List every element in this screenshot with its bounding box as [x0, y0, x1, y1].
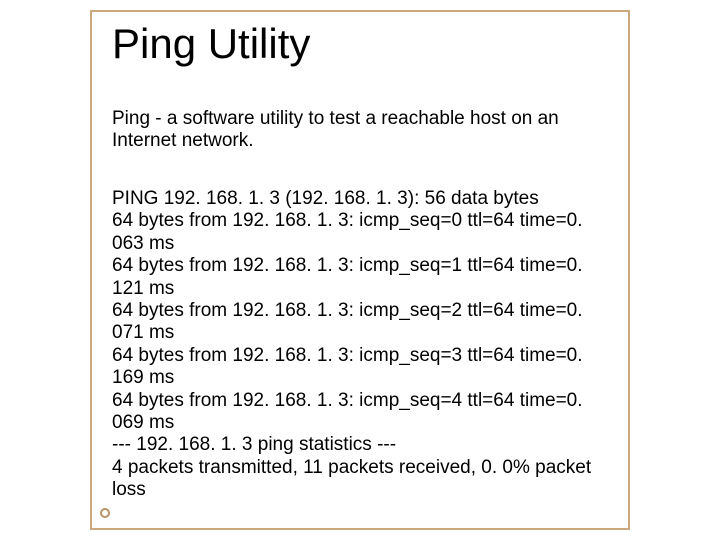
ping-line: 64 bytes from 192. 168. 1. 3: icmp_seq=0…: [112, 210, 617, 255]
ping-line: 64 bytes from 192. 168. 1. 3: icmp_seq=1…: [112, 255, 617, 300]
description-text: Ping - a software utility to test a reac…: [112, 108, 612, 152]
ping-line: 64 bytes from 192. 168. 1. 3: icmp_seq=2…: [112, 300, 617, 345]
ping-output: PING 192. 168. 1. 3 (192. 168. 1. 3): 56…: [112, 188, 617, 502]
ping-line: 64 bytes from 192. 168. 1. 3: icmp_seq=3…: [112, 345, 617, 390]
bullet-icon: [100, 508, 110, 518]
ping-line: PING 192. 168. 1. 3 (192. 168. 1. 3): 56…: [112, 188, 617, 210]
ping-line: 4 packets transmitted, 11 packets receiv…: [112, 457, 617, 502]
ping-line: --- 192. 168. 1. 3 ping statistics ---: [112, 434, 617, 456]
ping-line: 64 bytes from 192. 168. 1. 3: icmp_seq=4…: [112, 390, 617, 435]
slide-title: Ping Utility: [112, 20, 310, 68]
